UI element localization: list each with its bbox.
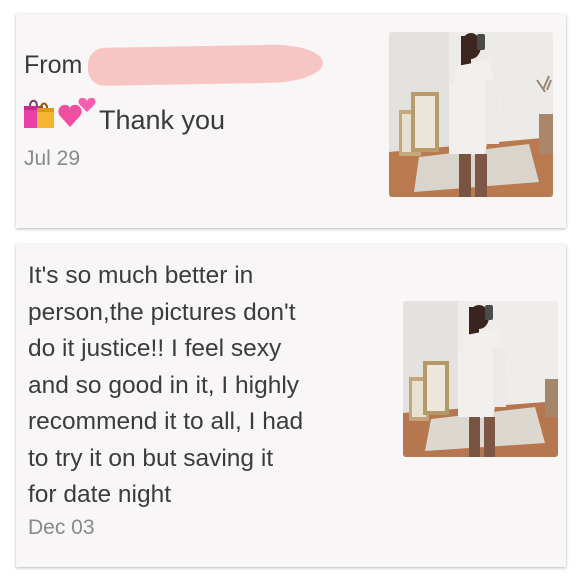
shopping-bags-icon [22, 96, 56, 135]
review-date: Jul 29 [24, 147, 81, 170]
review-photo[interactable] [403, 301, 558, 457]
review-card: It's so much better in person,the pictur… [16, 244, 566, 567]
message-line: Thank you [22, 96, 225, 135]
review-photo[interactable] [389, 32, 553, 197]
two-hearts-icon [56, 96, 96, 135]
review-date: Dec 03 [28, 516, 95, 539]
review-card: From Thank you Jul 29 [16, 14, 566, 228]
message-text: Thank you [99, 105, 226, 135]
from-line: From [24, 43, 324, 87]
review-text: It's so much better in person,the pictur… [28, 262, 304, 508]
redacted-name [88, 43, 324, 87]
from-label: From [24, 50, 83, 79]
